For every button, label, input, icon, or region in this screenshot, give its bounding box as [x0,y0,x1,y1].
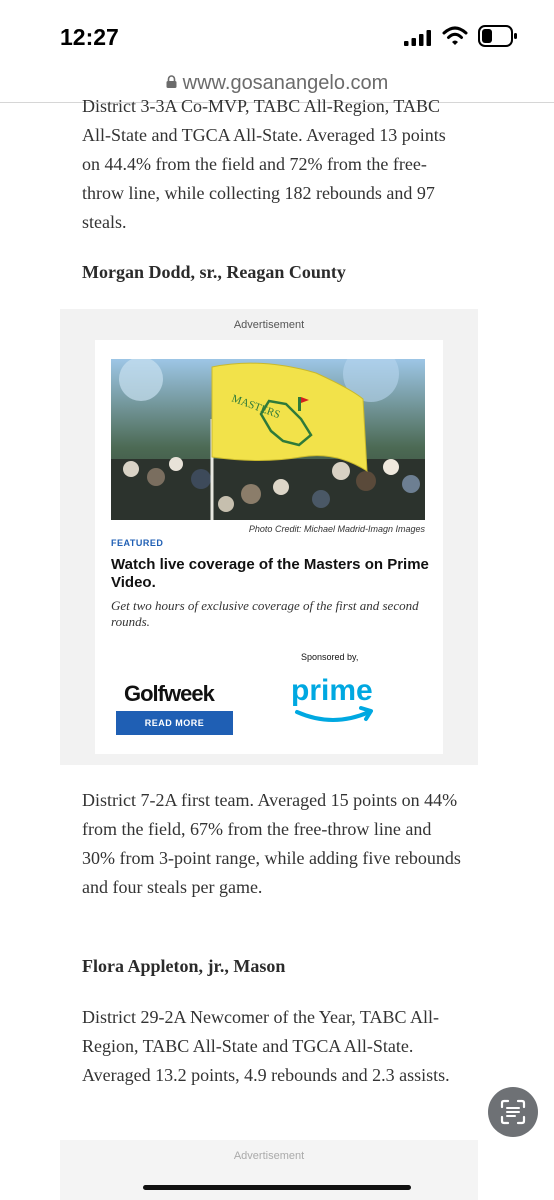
signal-icon [404,30,431,46]
advertisement-bottom: Advertisement [60,1140,478,1200]
status-time: 12:27 [60,24,119,50]
advertisement: Advertisement MASTERS Photo Credit: Mich… [60,309,478,765]
player-heading: Morgan Dodd, sr., Reagan County [82,262,346,282]
live-text-button[interactable] [488,1087,538,1137]
read-more-button[interactable]: READ MORE [116,711,233,735]
featured-label: FEATURED [111,538,164,548]
prime-wordmark: prime [291,674,373,707]
battery-icon [478,25,517,47]
scan-text-icon [500,1099,526,1125]
ad-label: Advertisement [233,319,305,331]
url-text: www.gosanangelo.com [182,72,389,94]
player-heading: Flora Appleton, jr., Mason [82,956,286,976]
ad-headline[interactable]: Watch live coverage of the Masters on Pr… [111,556,431,592]
wifi-icon [442,26,468,45]
sponsored-by-label: Sponsored by, [301,652,359,662]
ad-label: Advertisement [233,1150,305,1162]
ad-photo[interactable]: MASTERS [111,359,425,520]
article-paragraph: District 29-2A Newcomer of the Year, TAB… [82,1007,450,1085]
article-paragraph: District 7-2A first team. Averaged 15 po… [82,790,461,897]
golfweek-logo[interactable]: Golfweek [124,681,215,707]
article-paragraph: District 3-3A Co-MVP, TABC All-Region, T… [82,96,446,232]
prime-logo[interactable]: prime [291,672,381,732]
ad-description: Get two hours of exclusive coverage of t… [111,598,419,629]
home-indicator[interactable] [143,1185,411,1190]
masters-flag-image: MASTERS [111,359,425,520]
ad-card[interactable]: MASTERS Photo Credit: Michael Madrid-Ima… [95,340,443,754]
lock-icon [166,75,177,88]
photo-credit: Photo Credit: Michael Madrid-Imagn Image… [248,524,425,534]
